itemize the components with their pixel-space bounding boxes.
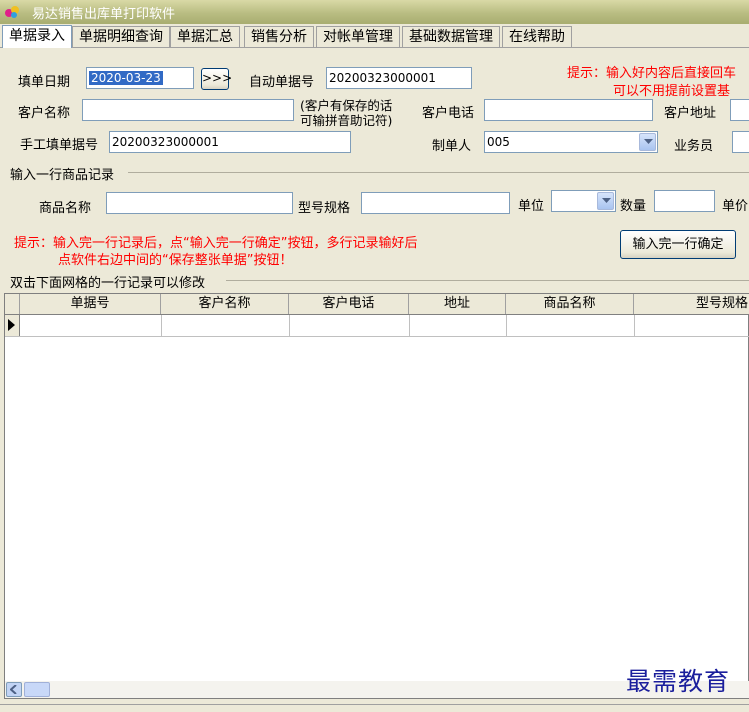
- manual-no-label: 手工填单据号: [20, 138, 99, 153]
- phone-label: 客户电话: [422, 106, 475, 121]
- grid-title: 双击下面网格的一行记录可以修改: [10, 276, 206, 291]
- tab-entry[interactable]: 单据录入: [2, 25, 72, 48]
- product-field[interactable]: [106, 192, 293, 214]
- item-group-title: 输入一行商品记录: [10, 168, 115, 183]
- chevron-down-icon[interactable]: [597, 192, 614, 210]
- tab-summary[interactable]: 单据汇总: [170, 26, 240, 47]
- tab-help[interactable]: 在线帮助: [502, 26, 572, 47]
- scroll-left-button[interactable]: [6, 682, 22, 697]
- tab-sales-analysis[interactable]: 销售分析: [244, 26, 314, 47]
- grid-header: 单据号 客户名称 客户电话 地址 商品名称 型号规格: [5, 294, 749, 315]
- date-field[interactable]: 2020-03-23: [86, 67, 194, 89]
- qty-field[interactable]: [654, 190, 715, 212]
- table-row[interactable]: [5, 336, 749, 337]
- date-label: 填单日期: [18, 75, 71, 90]
- cell-divider: [409, 315, 410, 336]
- spec-label: 型号规格: [298, 201, 351, 216]
- address-field[interactable]: [730, 99, 749, 121]
- cell-divider: [289, 315, 290, 336]
- phone-field[interactable]: [484, 99, 653, 121]
- maker-label: 制单人: [432, 139, 472, 154]
- watermark: 最需教育: [626, 667, 731, 696]
- status-bar: [0, 704, 749, 712]
- confirm-row-button[interactable]: 输入完一行确定: [620, 230, 736, 259]
- col-header-spec[interactable]: 型号规格: [634, 294, 749, 314]
- date-value: 2020-03-23: [89, 71, 163, 85]
- col-header-bill-no[interactable]: 单据号: [20, 294, 161, 314]
- manual-no-field[interactable]: 20200323000001: [109, 131, 351, 153]
- customer-field[interactable]: [82, 99, 294, 121]
- tab-detail-query[interactable]: 单据明细查询: [72, 26, 170, 47]
- col-header-customer[interactable]: 客户名称: [161, 294, 289, 314]
- col-header-product[interactable]: 商品名称: [506, 294, 634, 314]
- tip-line-2: 可以不用提前设置基: [613, 84, 731, 99]
- grid-title-divider: [226, 280, 749, 281]
- chevron-down-icon[interactable]: [639, 133, 656, 151]
- tab-base-data[interactable]: 基础数据管理: [402, 26, 500, 47]
- maker-value: 005: [487, 135, 510, 149]
- scroll-thumb[interactable]: [24, 682, 50, 697]
- pinyin-hint-2: 可输拼音助记符): [300, 113, 393, 128]
- header-corner: [5, 294, 20, 314]
- group-divider: [128, 172, 749, 173]
- salesman-label: 业务员: [674, 139, 714, 154]
- unit-label: 单位: [518, 199, 545, 214]
- maker-combo[interactable]: 005: [484, 131, 658, 153]
- tab-divider: [0, 47, 749, 48]
- records-grid[interactable]: 单据号 客户名称 客户电话 地址 商品名称 型号规格: [4, 293, 749, 699]
- tip-line-1: 提示：输入好内容后直接回车: [567, 66, 737, 81]
- auto-no-label: 自动单据号: [249, 75, 315, 90]
- chevron-left-icon: [10, 685, 17, 694]
- col-header-address[interactable]: 地址: [409, 294, 506, 314]
- item-tip-2: 点软件右边中间的“保存整张单据”按钮！: [58, 253, 293, 268]
- cell-divider: [634, 315, 635, 336]
- address-label: 客户地址: [664, 106, 717, 121]
- product-label: 商品名称: [39, 201, 92, 216]
- app-icon: [4, 4, 20, 20]
- unit-combo[interactable]: [551, 190, 616, 212]
- current-row-icon: [8, 319, 15, 331]
- tab-strip: 单据录入 单据明细查询 单据汇总 销售分析 对帐单管理 基础数据管理 在线帮助: [0, 25, 749, 48]
- customer-label: 客户名称: [18, 106, 71, 121]
- price-label: 单价: [722, 199, 749, 214]
- title-bar: 易达销售出库单打印软件: [0, 0, 749, 24]
- spec-field[interactable]: [361, 192, 510, 214]
- col-header-phone[interactable]: 客户电话: [289, 294, 409, 314]
- cell-divider: [506, 315, 507, 336]
- tab-statement[interactable]: 对帐单管理: [316, 26, 400, 47]
- auto-no-field[interactable]: 20200323000001: [326, 67, 472, 89]
- date-picker-button[interactable]: >>>: [201, 68, 232, 90]
- qty-label: 数量: [620, 199, 647, 214]
- row-indicator[interactable]: [5, 315, 20, 336]
- window-title: 易达销售出库单打印软件: [32, 7, 176, 22]
- cell-divider: [161, 315, 162, 336]
- salesman-field[interactable]: [732, 131, 749, 153]
